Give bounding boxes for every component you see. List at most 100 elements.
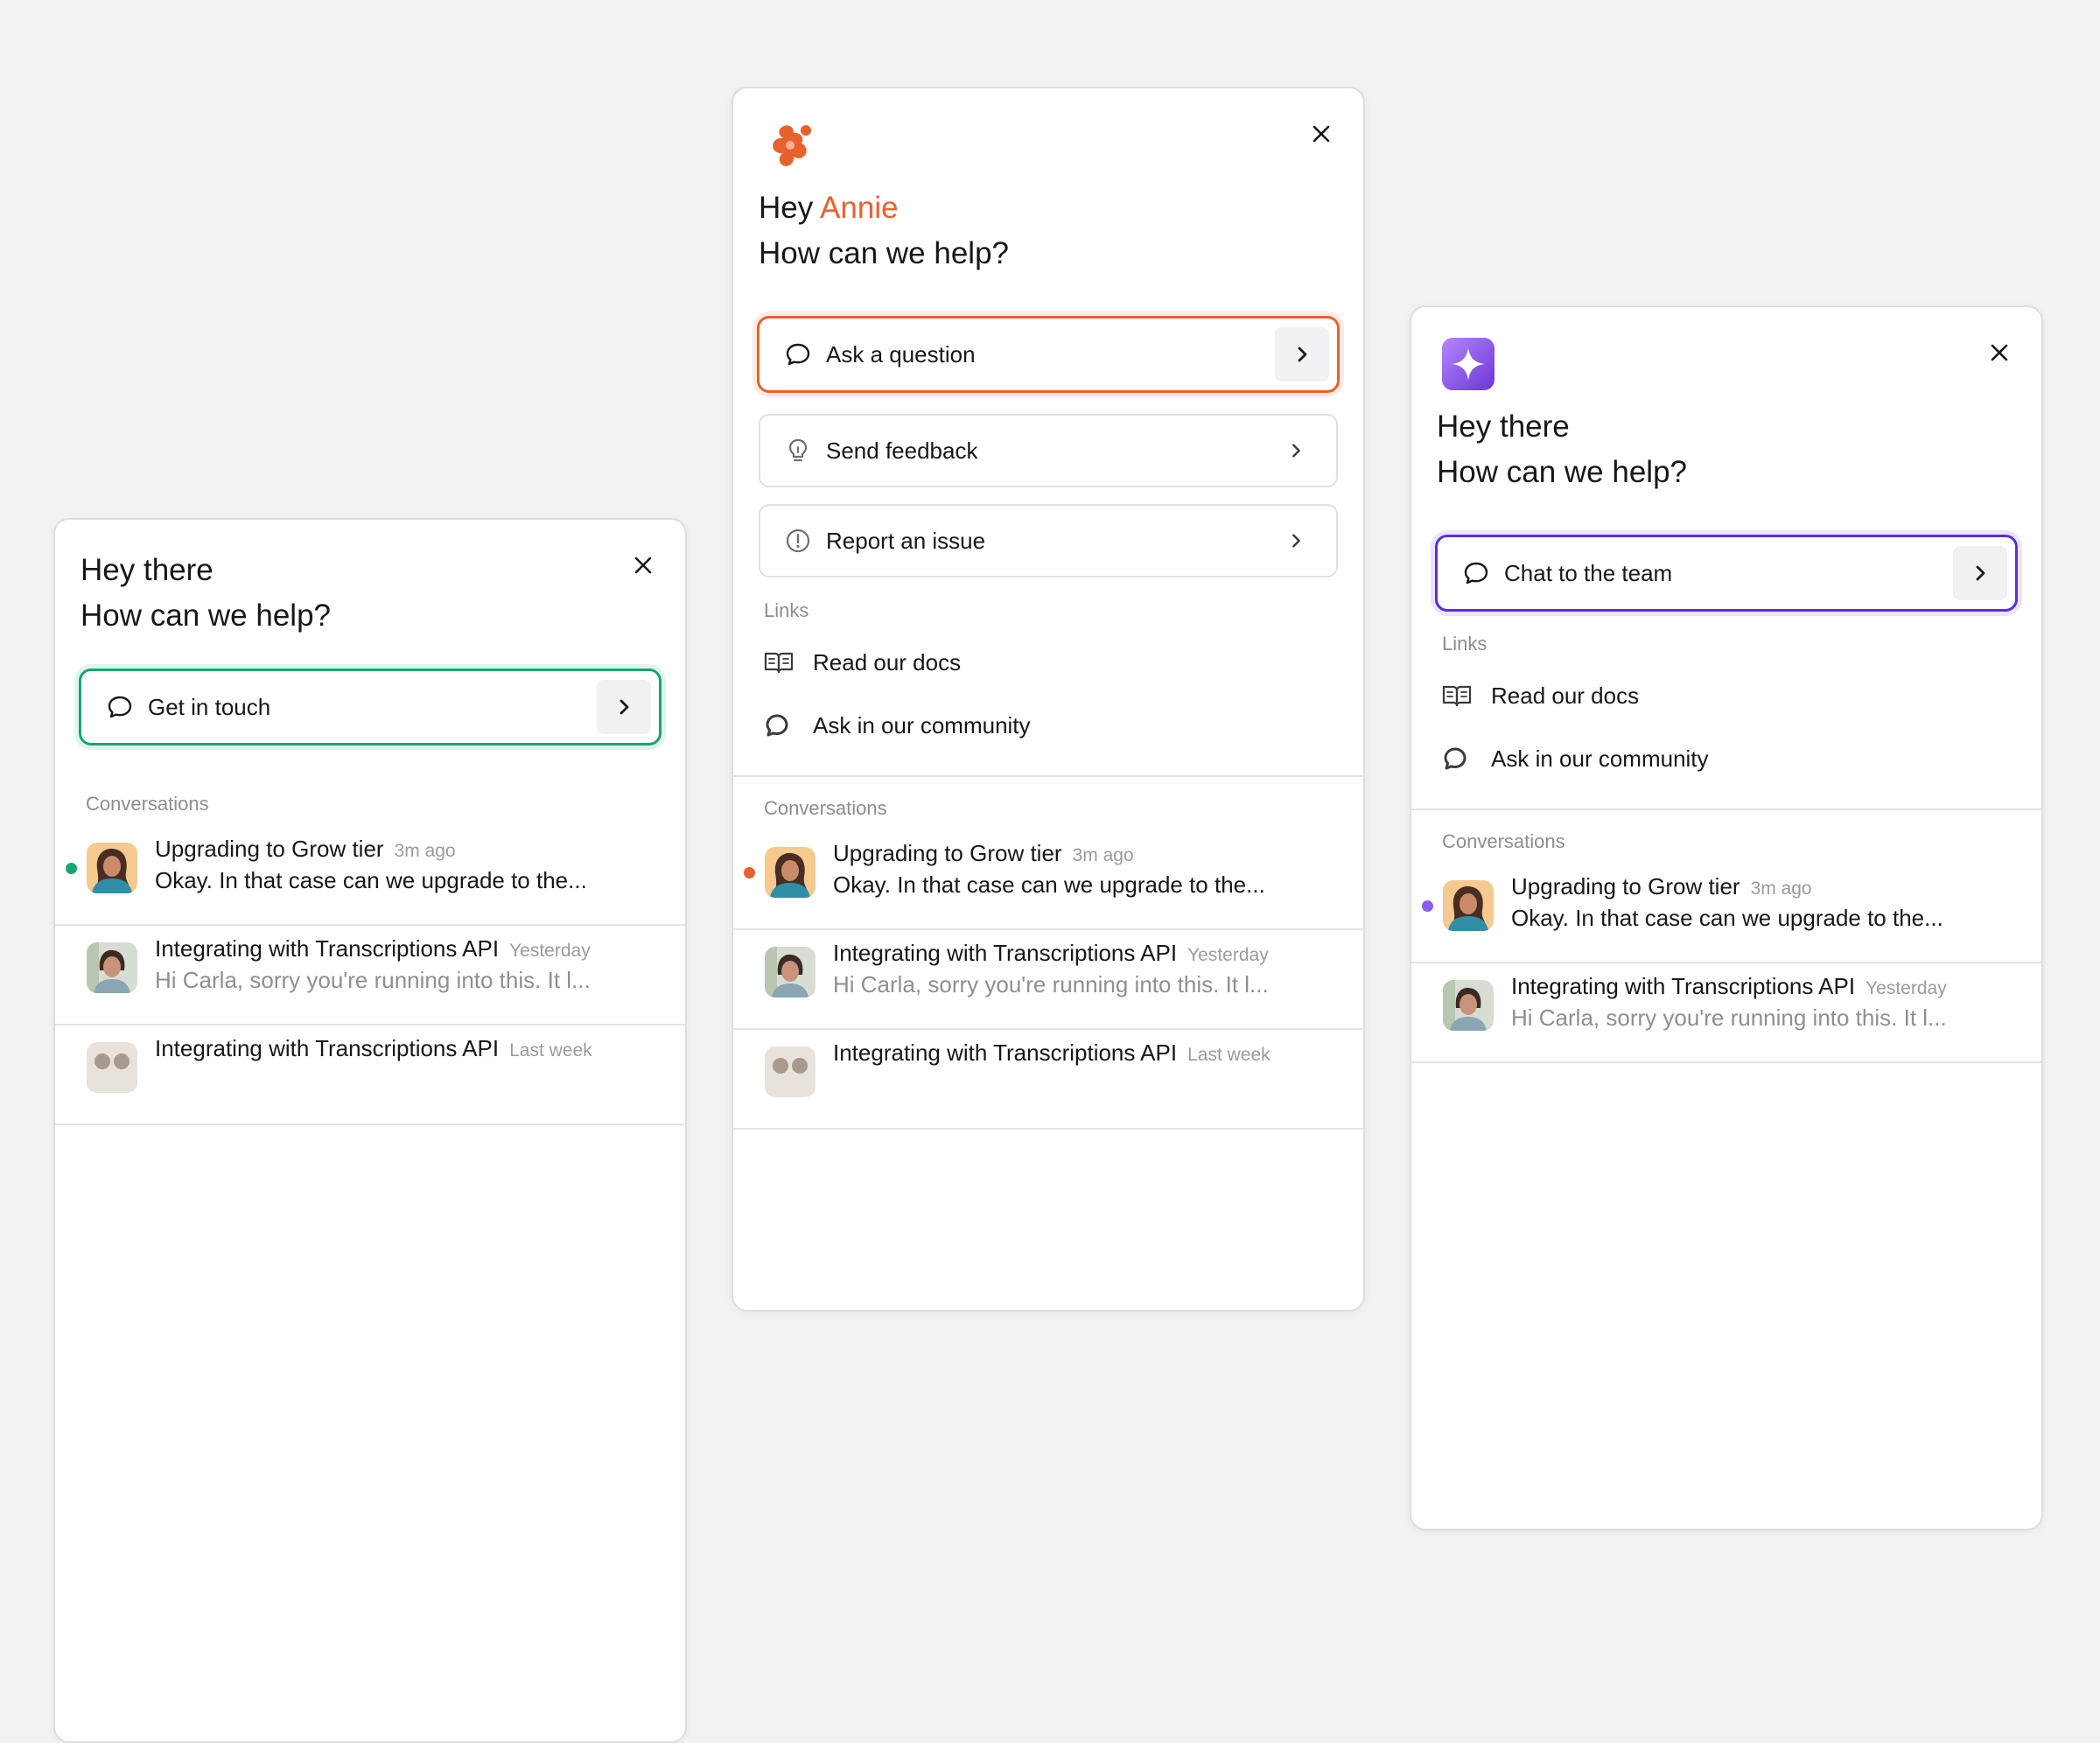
avatar	[87, 843, 137, 893]
help-widget-purple: Hey there How can we help? Chat to the t…	[1410, 305, 2043, 1530]
greeting-line-2: How can we help?	[80, 598, 331, 633]
conversation-time: 3m ago	[1072, 845, 1134, 865]
ask-a-question-button[interactable]: Ask a question	[757, 316, 1340, 393]
links-label: Links	[1442, 633, 1488, 654]
greeting-line-1: Hey there	[80, 553, 214, 587]
help-widget-orange: Hey Annie How can we help? Ask a questio…	[732, 87, 1365, 1312]
user-name: Annie	[820, 191, 899, 225]
divider	[733, 775, 1363, 777]
greeting: Hey Annie How can we help?	[759, 186, 1009, 276]
chat-bubble-icon	[106, 693, 134, 721]
conversation-item[interactable]: Upgrading to Grow tier 3m ago Okay. In th…	[55, 824, 685, 926]
conversation-title: Integrating with Transcriptions API Yeste…	[1511, 973, 1947, 999]
conversation-time: Yesterday	[1866, 978, 1947, 998]
read-our-docs-label: Read our docs	[813, 648, 962, 676]
avatar	[1443, 980, 1494, 1031]
chevron-right-icon	[1277, 431, 1315, 470]
conversation-item[interactable]: Upgrading to Grow tier 3m ago Okay. In th…	[1411, 862, 2041, 963]
chevron-right-icon	[620, 699, 629, 715]
chevron-right-icon	[1976, 565, 1985, 581]
ask-in-our-community-link[interactable]: Ask in our community	[764, 704, 1031, 747]
close-icon	[634, 556, 652, 574]
conversation-title: Integrating with Transcriptions API Last …	[833, 1040, 1270, 1066]
chat-bubble-icon	[784, 340, 812, 368]
close-icon	[1312, 125, 1330, 143]
primary-action-label: Chat to the team	[1504, 559, 1673, 586]
greeting-line-1: Hey there	[1437, 410, 1570, 444]
greeting-line-1: Hey Annie	[759, 186, 1009, 231]
conversation-preview: Okay. In that case can we upgrade to the…	[1511, 905, 1943, 931]
chevron-right-icon	[1277, 522, 1315, 560]
ask-in-our-community-link[interactable]: Ask in our community	[1442, 737, 1709, 780]
conversation-item[interactable]: Integrating with Transcriptions API Yeste…	[55, 924, 685, 1026]
conversation-time: Last week	[509, 1040, 592, 1060]
conversation-preview: Hi Carla, sorry you're running into this…	[833, 971, 1269, 998]
book-open-icon	[1442, 680, 1474, 711]
avatar	[765, 947, 816, 998]
conversation-item[interactable]: Upgrading to Grow tier 3m ago Okay. In th…	[733, 829, 1363, 930]
conversation-title: Upgrading to Grow tier 3m ago	[833, 840, 1134, 866]
conversation-item[interactable]: Integrating with Transcriptions API Last …	[733, 1028, 1363, 1130]
conversations-label: Conversations	[86, 793, 209, 815]
close-icon	[1991, 344, 2008, 361]
close-button[interactable]	[624, 546, 662, 584]
conversation-title: Integrating with Transcriptions API Yeste…	[155, 935, 591, 962]
primary-action-label: Ask a question	[826, 340, 976, 368]
conversation-title: Integrating with Transcriptions API Last …	[155, 1035, 592, 1061]
avatar	[765, 847, 816, 898]
greeting: Hey there How can we help?	[80, 548, 331, 639]
conversation-title: Upgrading to Grow tier 3m ago	[1511, 873, 1812, 900]
close-button[interactable]	[1302, 115, 1340, 153]
unread-dot	[744, 867, 755, 878]
greeting-hey: Hey	[759, 191, 814, 225]
chat-to-the-team-button[interactable]: Chat to the team	[1435, 535, 2018, 612]
avatar	[1443, 880, 1494, 931]
divider	[1411, 808, 2041, 810]
avatar	[765, 1046, 816, 1097]
conversation-time: 3m ago	[394, 841, 456, 861]
unread-dot	[1422, 900, 1433, 912]
conversations-label: Conversations	[764, 797, 887, 819]
get-in-touch-button[interactable]: Get in touch	[79, 668, 662, 746]
conversation-time: 3m ago	[1750, 878, 1812, 899]
arrow-button	[597, 680, 651, 734]
conversation-item[interactable]: Integrating with Transcriptions API Yeste…	[733, 928, 1363, 1030]
arrow-button	[1275, 327, 1329, 382]
links-label: Links	[764, 599, 809, 621]
read-our-docs-link[interactable]: Read our docs	[764, 640, 961, 684]
unread-dot	[66, 863, 77, 874]
read-our-docs-link[interactable]: Read our docs	[1442, 674, 1639, 718]
ask-in-our-community-label: Ask in our community	[1491, 745, 1709, 772]
community-bubble-icon	[1442, 743, 1474, 774]
help-widget-green: Hey there How can we help? Get in touch …	[53, 518, 687, 1743]
conversation-time: Last week	[1187, 1045, 1270, 1065]
report-an-issue-label: Report an issue	[826, 527, 986, 554]
conversation-title: Upgrading to Grow tier 3m ago	[155, 836, 456, 862]
ask-in-our-community-label: Ask in our community	[813, 711, 1031, 738]
conversation-title: Integrating with Transcriptions API Yeste…	[833, 940, 1269, 966]
conversation-preview: Hi Carla, sorry you're running into this…	[1511, 1004, 1947, 1031]
brand-logo	[1440, 336, 1496, 392]
arrow-button	[1953, 546, 2007, 600]
conversation-preview: Okay. In that case can we upgrade to the…	[833, 872, 1265, 898]
lightbulb-icon	[784, 437, 812, 465]
conversation-item[interactable]: Integrating with Transcriptions API Last …	[55, 1024, 685, 1125]
avatar	[87, 1042, 137, 1093]
community-bubble-icon	[764, 710, 795, 741]
brand-logo	[765, 118, 821, 174]
conversations-label: Conversations	[1442, 830, 1565, 852]
conversation-preview: Hi Carla, sorry you're running into this…	[155, 967, 591, 993]
conversation-item[interactable]: Integrating with Transcriptions API Yeste…	[1411, 962, 2041, 1063]
send-feedback-label: Send feedback	[826, 437, 978, 464]
read-our-docs-label: Read our docs	[1491, 682, 1640, 709]
report-an-issue-button[interactable]: Report an issue	[759, 504, 1338, 578]
book-open-icon	[764, 647, 795, 678]
send-feedback-button[interactable]: Send feedback	[759, 414, 1338, 487]
avatar	[87, 942, 137, 993]
conversation-preview: Okay. In that case can we upgrade to the…	[155, 867, 587, 893]
chat-bubble-icon	[1462, 559, 1490, 587]
close-button[interactable]	[1980, 333, 2019, 372]
greeting: Hey there How can we help?	[1437, 404, 1687, 495]
chevron-right-icon	[1298, 346, 1307, 362]
conversation-time: Yesterday	[1187, 945, 1269, 965]
